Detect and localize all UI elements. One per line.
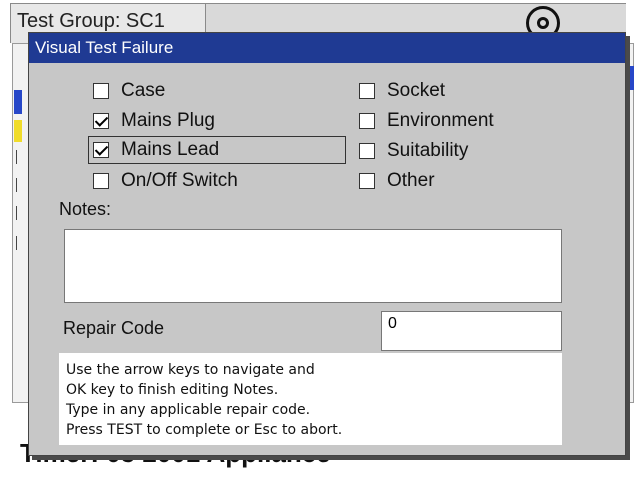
- list-row-edge: [16, 150, 17, 164]
- dialog-title: Visual Test Failure: [29, 33, 625, 63]
- repair-code-input[interactable]: [381, 311, 562, 351]
- help-line: Use the arrow keys to navigate and: [66, 362, 315, 378]
- checkbox-mains-plug[interactable]: Mains Plug: [93, 107, 215, 135]
- checkbox-suitability[interactable]: Suitability: [359, 137, 468, 165]
- checkbox-icon[interactable]: [93, 83, 109, 99]
- checkbox-label: On/Off Switch: [121, 170, 238, 191]
- checkbox-icon[interactable]: [359, 173, 375, 189]
- notes-label: Notes:: [59, 199, 112, 219]
- checkbox-environment[interactable]: Environment: [359, 107, 494, 135]
- help-line: Type in any applicable repair code.: [66, 402, 311, 418]
- checkbox-label: Suitability: [387, 140, 469, 161]
- checkbox-on-off-switch[interactable]: On/Off Switch: [93, 167, 238, 195]
- checkbox-label: Case: [121, 80, 166, 101]
- checkbox-mains-lead[interactable]: Mains Lead: [88, 136, 346, 164]
- checkbox-icon[interactable]: [93, 173, 109, 189]
- checkbox-other[interactable]: Other: [359, 167, 435, 195]
- checkbox-label: Mains Plug: [121, 110, 215, 131]
- help-line: OK key to finish editing Notes.: [66, 382, 279, 398]
- notes-textarea[interactable]: [64, 229, 562, 303]
- list-row-edge: [16, 236, 17, 250]
- visual-test-failure-dialog: Visual Test Failure Case Mains Plug Main…: [28, 32, 626, 456]
- checkbox-checked-icon[interactable]: [93, 113, 109, 129]
- help-line: Press TEST to complete or Esc to abort.: [66, 422, 343, 438]
- checkbox-case[interactable]: Case: [93, 77, 165, 105]
- screen: Test Group: SC1 Timer: 05 2001 Appliance…: [0, 0, 636, 481]
- checkbox-label: Socket: [387, 80, 446, 101]
- checkbox-icon[interactable]: [359, 83, 375, 99]
- list-row-edge: [16, 206, 17, 220]
- selection-highlight: [14, 90, 22, 114]
- repair-code-label: Repair Code: [63, 318, 165, 338]
- highlight-marker: [14, 120, 22, 142]
- checkbox-icon[interactable]: [359, 113, 375, 129]
- checkbox-label: Mains Lead: [121, 139, 220, 160]
- checkbox-socket[interactable]: Socket: [359, 77, 445, 105]
- checkbox-label: Other: [387, 170, 435, 191]
- help-text-box: Use the arrow keys to navigate and OK ke…: [59, 353, 562, 445]
- checkbox-checked-icon[interactable]: [93, 142, 109, 158]
- checkbox-icon[interactable]: [359, 143, 375, 159]
- list-row-edge: [16, 178, 17, 192]
- checkbox-label: Environment: [387, 110, 494, 131]
